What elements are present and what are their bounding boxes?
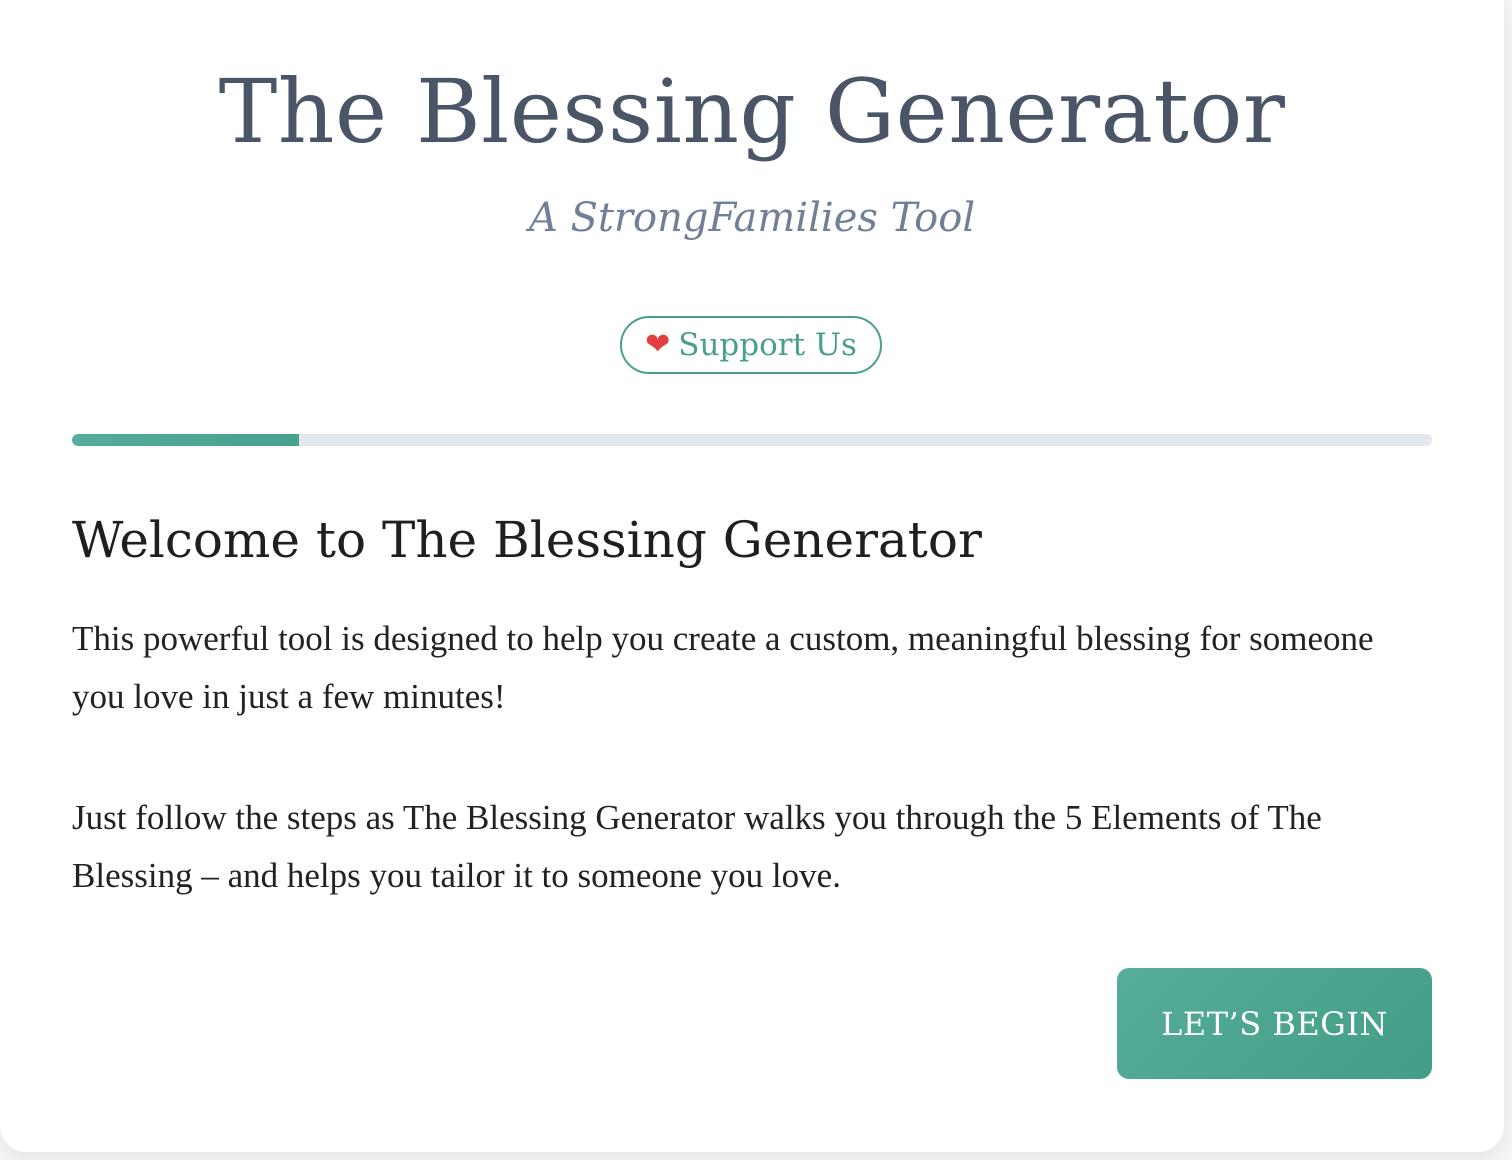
support-us-button[interactable]: ❤ Support Us — [620, 316, 882, 374]
lets-begin-button[interactable]: LET’S BEGIN — [1117, 968, 1432, 1079]
progress-bar-fill — [72, 434, 300, 446]
main-card: The Blessing Generator A StrongFamilies … — [0, 0, 1504, 1152]
heart-icon: ❤ — [645, 327, 671, 362]
welcome-heading: Welcome to The Blessing Generator — [72, 511, 982, 569]
instructions-paragraph: Just follow the steps as The Blessing Ge… — [72, 798, 1322, 895]
progress-bar — [72, 434, 1432, 446]
page-subtitle: A StrongFamilies Tool — [528, 195, 976, 241]
page-title: The Blessing Generator — [218, 60, 1286, 163]
intro-paragraph: This powerful tool is designed to help y… — [72, 619, 1374, 716]
support-us-label: Support Us — [678, 327, 857, 363]
